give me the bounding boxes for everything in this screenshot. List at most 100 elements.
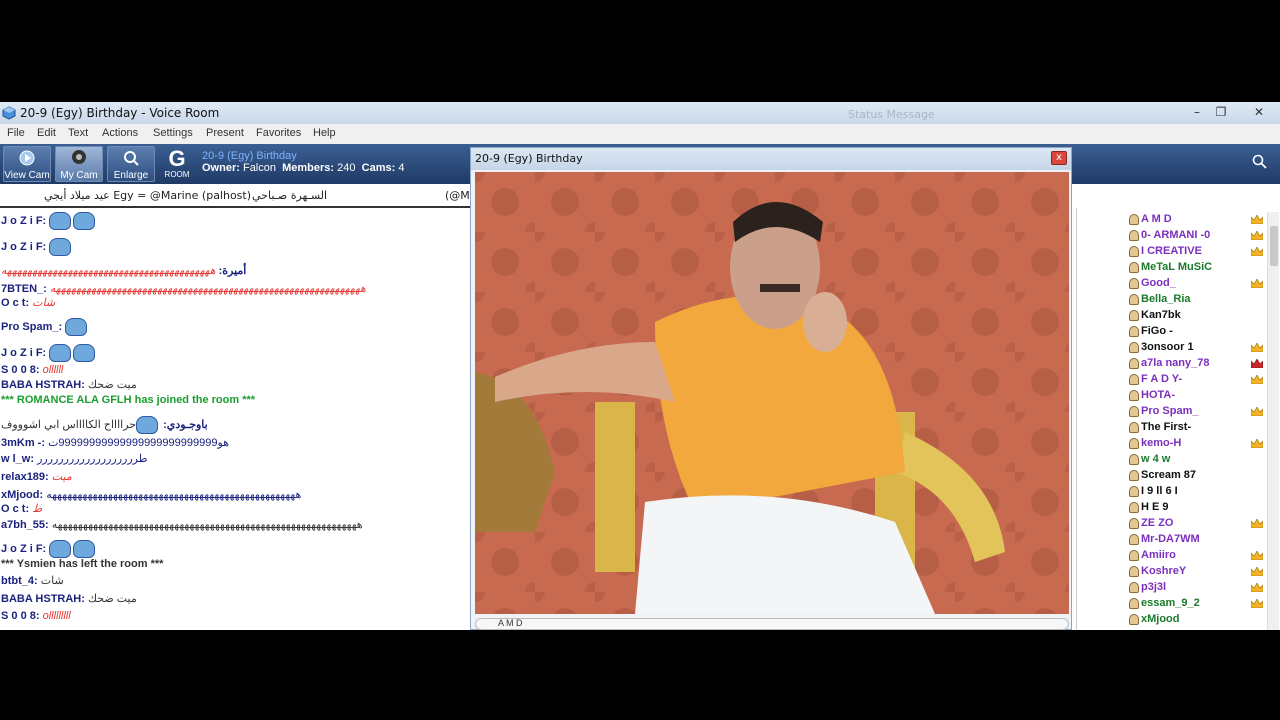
mic-icon [1129,518,1139,529]
chat-nick[interactable]: BABA HSTRAH: [1,379,88,391]
user-list-item[interactable]: I 9 ll 6 I [1077,484,1280,500]
user-name: ZE ZO [1141,517,1174,529]
user-list-item[interactable]: The First- [1077,420,1280,436]
user-list-item[interactable]: a7la nany_78 [1077,356,1280,372]
user-name: H E 9 [1141,501,1169,513]
user-list-item[interactable]: H E 9 [1077,500,1280,516]
camera-title: 20-9 (Egy) Birthday [475,152,583,165]
chat-nick[interactable]: J o Z i F: [1,241,49,253]
chat-nick[interactable]: أميرة: [216,265,247,277]
chat-line: باوجـودي: حرااااح الكااااس ابي اشوووف [1,416,208,434]
user-list-item[interactable]: MeTaL MuSiC [1077,260,1280,276]
chat-log[interactable]: J o Z i F: J o Z i F: أميرة: ههههههههههه… [0,208,468,630]
view-cam-button[interactable]: View Cam [3,146,51,182]
mic-icon [1129,486,1139,497]
camera-close-button[interactable]: x [1051,151,1067,165]
smiley-icon [73,212,96,230]
chat-nick[interactable]: J o Z i F: [1,543,49,555]
user-list-item[interactable]: xMjood [1077,612,1280,628]
mic-icon [1129,374,1139,385]
crown-icon [1251,375,1263,384]
mic-icon [1129,566,1139,577]
user-list-item[interactable]: Pro Spam_ [1077,404,1280,420]
menu-edit[interactable]: Edit [37,127,56,139]
user-list-item[interactable]: Mr-DA7WM [1077,532,1280,548]
chat-line: أميرة: ههههههههههههههههههههههههههههههههه… [1,264,246,277]
user-list-item[interactable]: A M D [1077,212,1280,228]
menu-present[interactable]: Present [206,127,244,139]
chat-nick[interactable]: S 0 0 8: [1,610,43,622]
chat-nick[interactable]: O c t: [1,503,32,515]
chat-message: هو99999999999999999999999999ت [48,437,229,449]
user-list-item[interactable]: 3onsoor 1 [1077,340,1280,356]
user-name: xMjood [1141,613,1180,625]
chat-message: هههههههههههههههههههههههههههههههههههههههه… [1,265,216,277]
my-cam-button[interactable]: My Cam [55,146,103,182]
user-list-item[interactable]: p3j3l [1077,580,1280,596]
chat-nick[interactable]: relax189: [1,471,52,483]
chat-nick[interactable]: Pro Spam_: [1,321,65,333]
smiley-icon [73,540,96,558]
user-list-item[interactable]: 0- ARMANI -0 [1077,228,1280,244]
menu-text[interactable]: Text [68,127,88,139]
user-name: essam_9_2 [1141,597,1200,609]
chat-nick[interactable]: J o Z i F: [1,215,49,227]
user-list-item[interactable]: Amiiro [1077,548,1280,564]
mic-icon [1129,454,1139,465]
user-list-item[interactable]: HOTA- [1077,388,1280,404]
user-list-item[interactable]: kemo-H [1077,436,1280,452]
chat-nick[interactable]: w l_w: [1,453,37,465]
mic-icon [1129,326,1139,337]
user-list-item[interactable]: FiGo - [1077,324,1280,340]
user-name: p3j3l [1141,581,1167,593]
mic-icon [1129,534,1139,545]
video-frame-image [475,172,1069,614]
restore-button[interactable]: ❐ [1210,104,1232,120]
user-list-item[interactable]: Kan7bk [1077,308,1280,324]
scrollbar-thumb[interactable] [1270,226,1278,266]
status-message-hint: Status Message [848,108,935,121]
menu-file[interactable]: File [7,127,25,139]
members-label: Members: [282,162,335,174]
chat-nick[interactable]: J o Z i F: [1,347,49,359]
user-list-item[interactable]: ZE ZO [1077,516,1280,532]
enlarge-button[interactable]: Enlarge [107,146,155,182]
crown-icon [1251,407,1263,416]
chat-nick[interactable]: btbt_4: [1,575,41,587]
camera-footer: A M D [475,618,1069,630]
menu-actions[interactable]: Actions [102,127,138,139]
chat-message: حرااااح الكااااس ابي اشوووف [1,418,137,431]
user-list-item[interactable]: Scream 87 [1077,468,1280,484]
chat-nick[interactable]: xMjood: [1,489,46,501]
user-list-item[interactable]: essam_9_2 [1077,596,1280,612]
user-list-item[interactable]: Bella_Ria [1077,292,1280,308]
user-name: Amiiro [1141,549,1176,561]
menu-favorites[interactable]: Favorites [256,127,301,139]
chat-nick[interactable]: O c t: [1,297,32,309]
minimize-button[interactable]: – [1186,104,1208,120]
chat-line: *** ROMANCE ALA GFLH has joined the room… [1,394,255,406]
room-button[interactable]: G ROOM [162,148,192,182]
user-list-item[interactable]: KoshreY [1077,564,1280,580]
chat-nick[interactable]: a7bh_55: [1,519,52,531]
user-list-scrollbar[interactable] [1267,212,1279,630]
user-list-item[interactable]: Good_ [1077,276,1280,292]
chat-nick[interactable]: 3mKm -: [1,437,48,449]
menu-help[interactable]: Help [313,127,336,139]
user-list-item[interactable]: F A D Y- [1077,372,1280,388]
mic-icon [1129,582,1139,593]
camera-window[interactable]: 20-9 (Egy) Birthday x A M D [470,147,1072,630]
mic-icon [1129,550,1139,561]
chat-nick[interactable]: S 0 0 8: [1,364,43,376]
close-button[interactable]: ✕ [1248,104,1270,120]
menu-settings[interactable]: Settings [153,127,193,139]
chat-nick[interactable]: باوجـودي: [160,419,208,431]
crown-icon [1251,567,1263,576]
chat-nick[interactable]: BABA HSTRAH: [1,593,88,605]
search-icon[interactable] [1252,154,1268,170]
user-name: FiGo - [1141,325,1173,337]
user-list-item[interactable]: w 4 w [1077,452,1280,468]
user-list-item[interactable]: I CREATIVE [1077,244,1280,260]
mic-icon [1129,422,1139,433]
chat-nick[interactable]: 7BTEN_: [1,283,50,295]
